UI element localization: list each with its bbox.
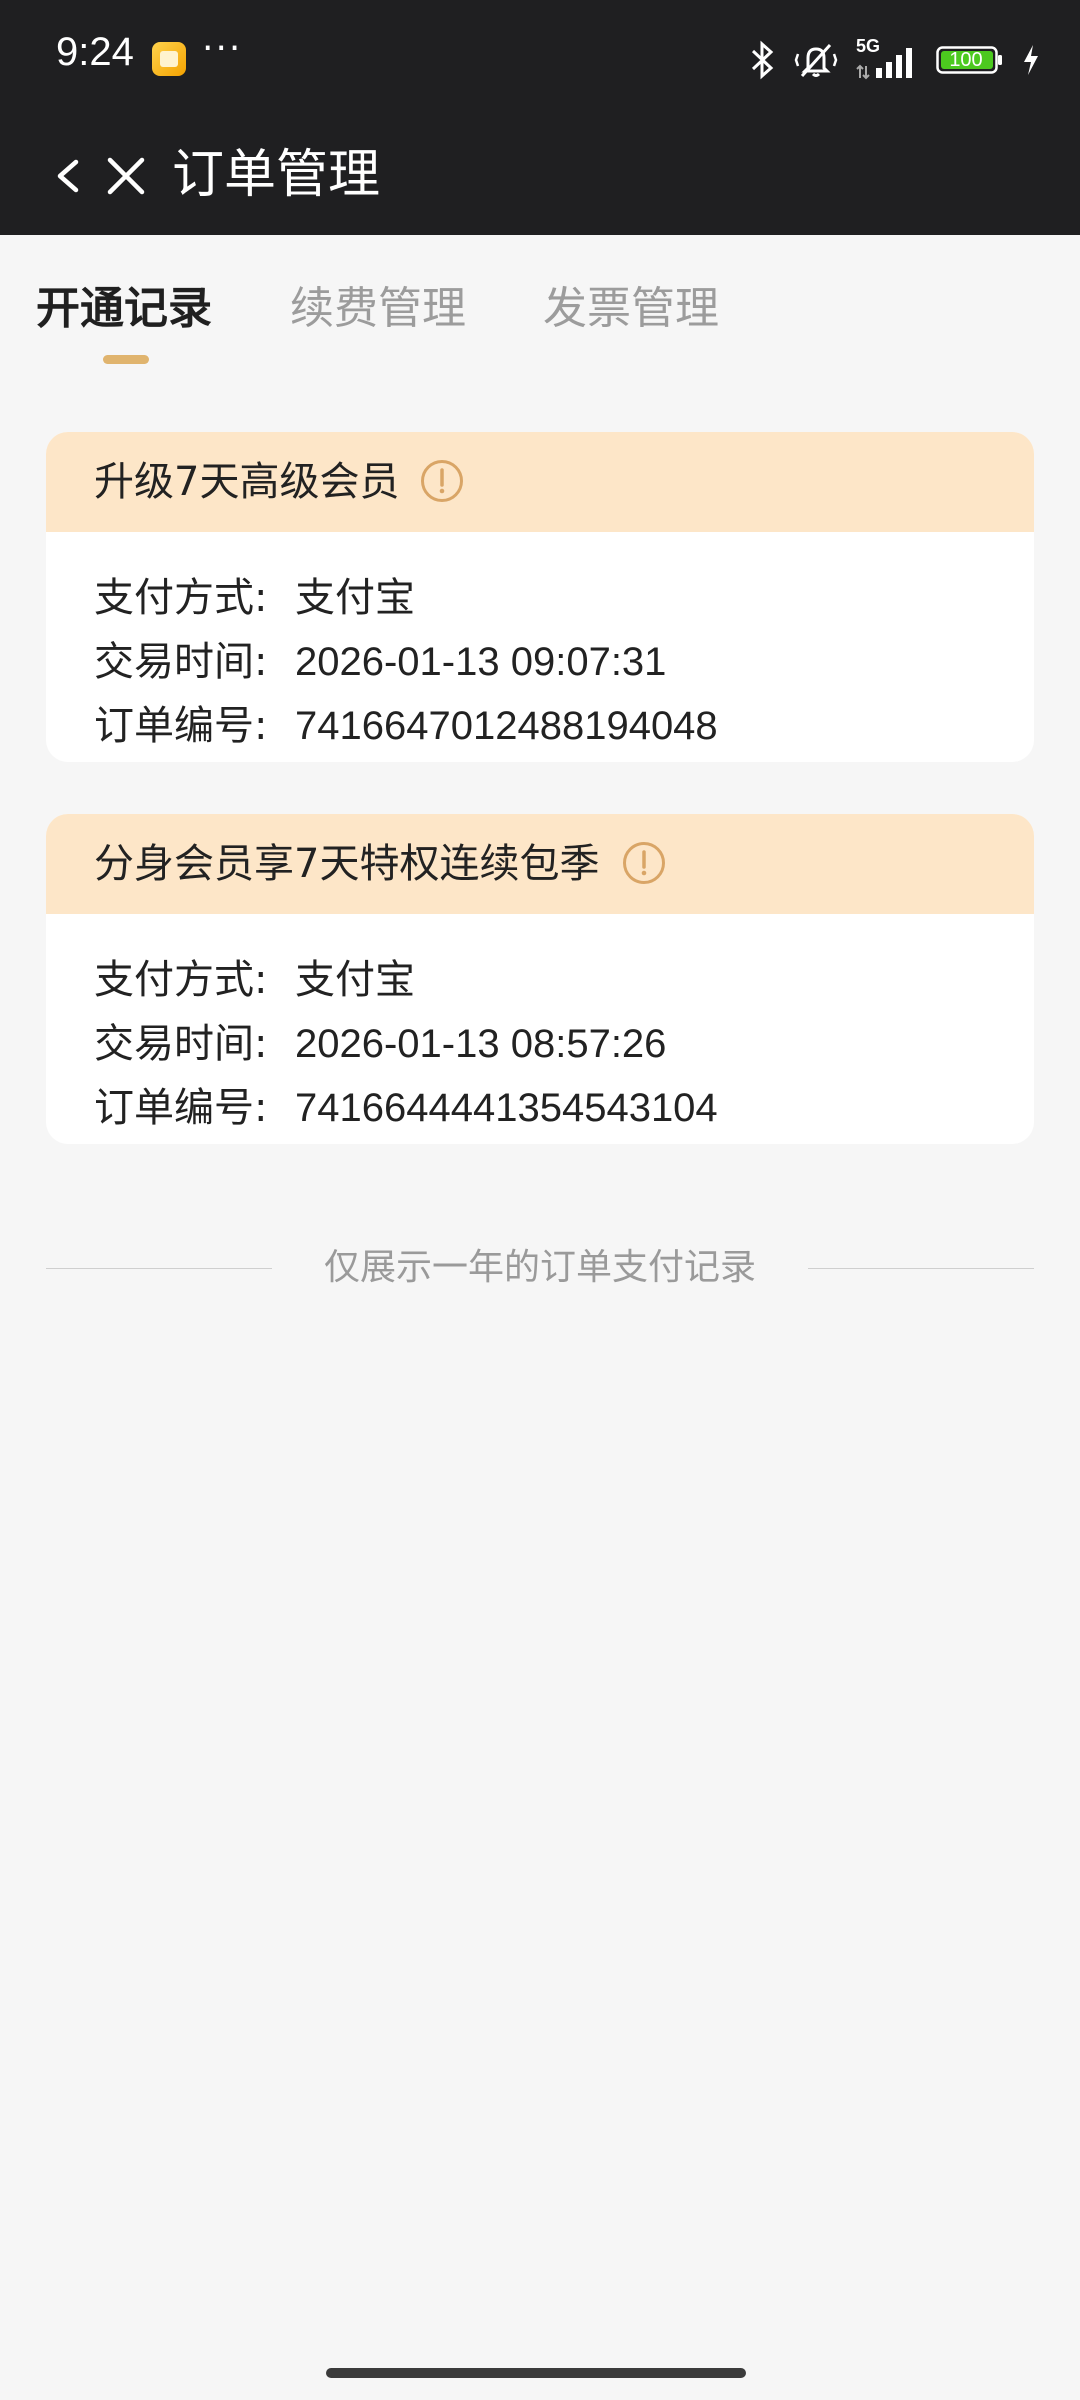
active-tab-indicator [103, 355, 149, 364]
home-indicator[interactable] [326, 2368, 746, 2378]
order-number-row: 订单编号: 7416647012488194048 [94, 694, 986, 758]
top-bar: 9:24 ··· 5G 100 订单管理 [0, 0, 1080, 235]
battery-icon: 100 [936, 46, 1004, 74]
status-bar: 9:24 ··· 5G 100 [0, 0, 1080, 120]
nav-bar: 订单管理 [0, 120, 1080, 235]
transaction-time-label: 交易时间: [94, 639, 268, 685]
tab-activation-records[interactable]: 开通记录 [36, 279, 212, 339]
transaction-time-value: 2026-01-13 08:57:26 [295, 1022, 667, 1066]
transaction-time-row: 交易时间: 2026-01-13 09:07:31 [94, 630, 986, 694]
order-card: 分身会员享7天特权连续包季 支付方式: 支付宝 交易时间: 2026-01-13 0… [46, 814, 1034, 1144]
order-card-body: 支付方式: 支付宝 交易时间: 2026-01-13 08:57:26 订单编号: 7… [46, 914, 1034, 1144]
info-warning-icon[interactable] [420, 459, 464, 503]
tab-bar: 开通记录 续费管理 发票管理 [0, 235, 1080, 385]
order-card-header: 分身会员享7天特权连续包季 [46, 814, 1034, 914]
payment-method-label: 支付方式: [94, 575, 268, 621]
transaction-time-label: 交易时间: [94, 1021, 268, 1067]
order-title: 升级7天高级会员 [94, 459, 400, 505]
footer-note: 仅展示一年的订单支付记录 [0, 1240, 1080, 1296]
app-notification-icon [152, 42, 186, 76]
signal-icon: 5G [856, 36, 918, 80]
payment-method-label: 支付方式: [94, 957, 268, 1003]
more-dots-icon: ··· [202, 28, 243, 69]
order-title: 分身会员享7天特权连续包季 [94, 841, 600, 887]
bluetooth-icon [750, 40, 776, 80]
order-number-label: 订单编号: [94, 703, 268, 749]
payment-method-value: 支付宝 [295, 957, 415, 1003]
transaction-time-value: 2026-01-13 09:07:31 [295, 640, 667, 684]
info-warning-icon[interactable] [622, 841, 666, 885]
battery-level: 100 [949, 49, 983, 71]
close-icon[interactable] [102, 146, 152, 206]
order-card-body: 支付方式: 支付宝 交易时间: 2026-01-13 09:07:31 订单编号: 7… [46, 532, 1034, 762]
back-arrow-icon[interactable] [48, 146, 88, 206]
payment-method-value: 支付宝 [295, 575, 415, 621]
status-icons: 5G 100 [750, 36, 1040, 82]
tab-invoice-management[interactable]: 发票管理 [543, 279, 719, 339]
payment-method-row: 支付方式: 支付宝 [94, 948, 986, 1012]
transaction-time-row: 交易时间: 2026-01-13 08:57:26 [94, 1012, 986, 1076]
page-title: 订单管理 [172, 145, 381, 205]
status-time: 9:24 [56, 30, 134, 74]
divider-right [808, 1268, 1034, 1269]
order-card-header: 升级7天高级会员 [46, 432, 1034, 532]
tab-renewal-management[interactable]: 续费管理 [290, 279, 466, 339]
order-number-row: 订单编号: 7416644441354543104 [94, 1076, 986, 1140]
payment-method-row: 支付方式: 支付宝 [94, 566, 986, 630]
order-number-value: 7416647012488194048 [295, 704, 718, 748]
order-card: 升级7天高级会员 支付方式: 支付宝 交易时间: 2026-01-13 09:07:… [46, 432, 1034, 762]
order-number-value: 7416644441354543104 [295, 1086, 718, 1130]
charging-icon [1022, 44, 1040, 76]
order-number-label: 订单编号: [94, 1085, 268, 1131]
mute-vibrate-icon [794, 40, 838, 80]
